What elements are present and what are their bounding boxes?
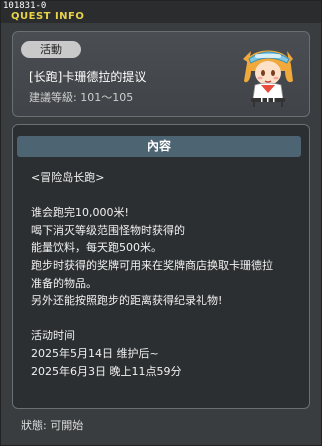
description-line <box>31 310 301 328</box>
description-line: 准备的物品。 <box>31 276 97 290</box>
event-start-date: 2025年5月14日 维护后~ <box>31 346 159 360</box>
window-id-label: 101831-0 <box>3 1 47 11</box>
description-line: 谁会跑完10,000米! <box>31 206 129 220</box>
quest-description: <冒险岛长跑> 谁会跑完10,000米! 喝下消灭等级范围怪物时获得的 能量饮料… <box>31 169 301 380</box>
quest-info-window: 101831-0 QUEST INFO 活動 [长跑]卡珊德拉的提议 建議等級:… <box>0 0 322 446</box>
event-period-label: 活动时间 <box>31 329 75 343</box>
window-title: QUEST INFO <box>11 11 85 22</box>
description-line: <冒险岛长跑> <box>31 171 105 184</box>
event-end-date: 2025年6月3日 晚上11点59分 <box>31 364 182 378</box>
description-line: 跑步时获得的奖牌可用来在奖牌商店换取卡珊德拉 <box>31 258 273 272</box>
description-line: 喝下消灭等级范围怪物时获得的 <box>31 223 185 237</box>
npc-avatar-icon <box>243 50 293 107</box>
quest-status: 狀態: 可開始 <box>21 419 84 432</box>
title-bar[interactable]: 101831-0 QUEST INFO <box>1 1 321 23</box>
content-header: 內容 <box>17 136 301 157</box>
recommended-level: 建議等級: 101〜105 <box>29 91 134 104</box>
description-line: 能量饮料，每天跑500米。 <box>31 241 162 255</box>
category-badge: 活動 <box>21 41 81 58</box>
description-line <box>31 187 301 205</box>
quest-name: [长跑]卡珊德拉的提议 <box>29 70 147 84</box>
description-line: 另外还能按照跑步的距离获得纪录礼物! <box>31 294 223 308</box>
